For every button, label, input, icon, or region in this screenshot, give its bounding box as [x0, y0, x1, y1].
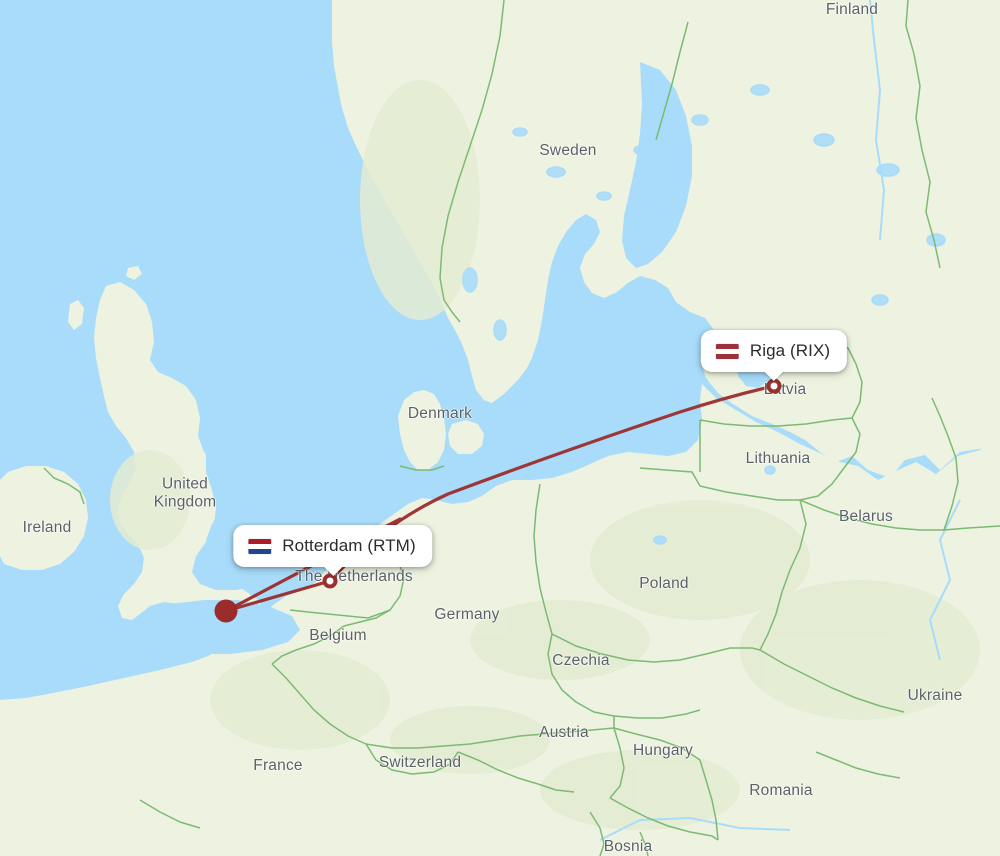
- flight-route-map[interactable]: Finland Sweden Denmark Latvia Lithuania …: [0, 0, 1000, 856]
- map-canvas: [0, 0, 1000, 856]
- airport-label-rtm: Rotterdam (RTM): [282, 536, 416, 555]
- netherlands-flag: [248, 538, 272, 554]
- airport-callout-rtm[interactable]: Rotterdam (RTM): [233, 525, 433, 567]
- callout-box-rtm[interactable]: Rotterdam (RTM): [233, 525, 433, 567]
- callout-box-rix[interactable]: Riga (RIX): [700, 330, 848, 372]
- airport-label-rix: Riga (RIX): [749, 341, 831, 360]
- airport-callout-rix[interactable]: Riga (RIX): [700, 330, 848, 372]
- latvia-flag: [715, 343, 739, 359]
- origin-marker-dot[interactable]: [214, 599, 238, 623]
